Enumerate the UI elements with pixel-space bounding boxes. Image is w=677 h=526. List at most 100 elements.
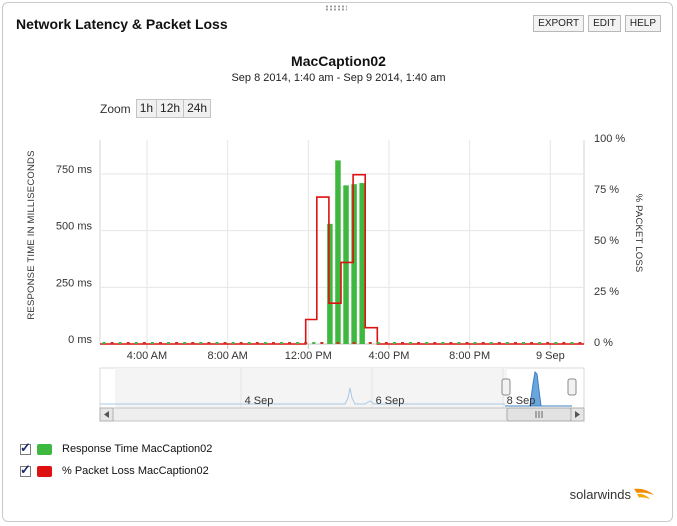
baseline-marker — [392, 342, 396, 344]
y2-tick-label: 50 % — [594, 235, 619, 247]
baseline-marker — [207, 342, 211, 344]
response-time-bar — [351, 184, 357, 344]
y2-axis-title: % PACKET LOSS — [633, 194, 644, 273]
baseline-marker — [409, 342, 413, 344]
baseline-marker — [126, 342, 130, 344]
navigator-right-handle[interactable] — [567, 378, 577, 396]
solarwinds-logo: solarwinds — [570, 486, 655, 502]
y2-tick-label: 0 % — [594, 337, 613, 349]
baseline-marker — [449, 342, 453, 344]
legend-swatch-green — [37, 443, 52, 455]
response-time-bar — [327, 223, 333, 344]
baseline-marker — [505, 342, 509, 344]
baseline-marker — [102, 342, 106, 344]
baseline-marker — [328, 342, 332, 344]
y2-axis-ticks: 0 % 25 % 50 % 75 % 100 % — [594, 133, 625, 349]
baseline-marker — [457, 342, 461, 344]
x-axis-ticks: 4:00 AM 8:00 AM 12:00 PM 4:00 PM 8:00 PM 9 Se… — [127, 350, 565, 362]
baseline-marker — [304, 342, 308, 344]
navigator-outside-range — [115, 368, 507, 408]
navigator-left-handle[interactable] — [501, 378, 511, 396]
response-time-bar — [335, 160, 341, 344]
baseline-marker — [497, 342, 501, 344]
baseline-marker — [118, 342, 122, 344]
baseline-marker — [368, 342, 372, 344]
baseline-marker — [223, 342, 227, 344]
baseline-marker — [578, 342, 582, 344]
baseline-marker — [562, 342, 566, 344]
y2-tick-label: 100 % — [594, 133, 625, 145]
logo-text: solarwinds — [569, 486, 631, 502]
baseline-marker — [320, 342, 324, 344]
solarwinds-bird-icon — [634, 488, 654, 499]
legend-item-response-time[interactable]: Response Time MacCaption02 — [20, 440, 213, 456]
baseline-marker — [481, 342, 485, 344]
baseline-marker — [239, 342, 243, 344]
packet-loss-series — [100, 173, 584, 345]
baseline-marker — [473, 342, 477, 344]
baseline-marker — [183, 342, 187, 344]
baseline-marker — [465, 342, 469, 344]
baseline-marker — [247, 342, 251, 344]
x-tick-label: 4:00 AM — [127, 350, 167, 362]
navigator-label: 4 Sep — [245, 395, 274, 407]
y-tick-label: 750 ms — [56, 164, 93, 176]
y-axis-ticks: 0 ms 250 ms 500 ms 750 ms — [56, 164, 93, 346]
x-tick-label: 8:00 AM — [207, 350, 247, 362]
baseline-marker — [150, 342, 154, 344]
baseline-marker — [255, 342, 259, 344]
baseline-marker — [191, 342, 195, 344]
legend-label: Response Time MacCaption02 — [62, 443, 213, 455]
y-tick-label: 0 ms — [68, 334, 92, 346]
y2-tick-label: 75 % — [594, 184, 619, 196]
y-axis-title: RESPONSE TIME IN MILLISECONDS — [26, 150, 37, 319]
baseline-marker — [312, 342, 316, 344]
chart-grid — [99, 140, 585, 349]
baseline-marker — [425, 342, 429, 344]
packet-loss-line — [100, 173, 584, 345]
legend-swatch-red — [37, 465, 52, 477]
baseline-marker — [231, 342, 235, 344]
x-tick-label: 12:00 PM — [285, 350, 332, 362]
baseline-marker — [110, 342, 114, 344]
baseline-marker — [296, 342, 300, 344]
baseline-marker — [546, 342, 550, 344]
baseline-marker — [433, 342, 437, 344]
y-tick-label: 500 ms — [56, 221, 93, 233]
response-time-bar — [343, 185, 349, 344]
baseline-marker — [384, 342, 388, 344]
baseline-marker — [288, 342, 292, 344]
legend-checkbox[interactable] — [20, 440, 31, 456]
x-tick-label: 4:00 PM — [369, 350, 410, 362]
response-time-bars — [327, 160, 365, 344]
legend-item-packet-loss[interactable]: % Packet Loss MacCaption02 — [20, 462, 209, 478]
baseline-marker — [522, 342, 525, 344]
baseline-marker — [538, 342, 542, 344]
baseline-marker — [376, 342, 380, 344]
baseline-marker — [271, 342, 275, 344]
baseline-marker — [142, 342, 146, 344]
baseline-marker — [175, 342, 179, 344]
baseline-marker — [401, 342, 404, 344]
x-tick-label: 8:00 PM — [449, 350, 490, 362]
baseline-marker — [344, 342, 348, 344]
baseline-marker — [263, 342, 267, 344]
navigator-label: 6 Sep — [376, 395, 405, 407]
baseline-marker — [167, 342, 171, 344]
response-time-bar — [359, 183, 365, 344]
baseline-marker — [360, 342, 364, 344]
legend-label: % Packet Loss MacCaption02 — [62, 465, 209, 477]
y-tick-label: 250 ms — [56, 277, 93, 289]
baseline-marker — [513, 342, 517, 344]
baseline-marker — [280, 342, 283, 344]
baseline-marker — [441, 342, 445, 344]
baseline-marker — [199, 342, 203, 344]
legend-checkbox[interactable] — [20, 462, 31, 478]
y2-tick-label: 25 % — [594, 286, 619, 298]
baseline-marker — [554, 342, 558, 344]
baseline-marker — [215, 342, 219, 344]
baseline-marker — [352, 342, 356, 344]
baseline-marker — [417, 342, 421, 344]
x-tick-label: 9 Sep — [536, 350, 565, 362]
baseline-marker — [570, 342, 574, 344]
